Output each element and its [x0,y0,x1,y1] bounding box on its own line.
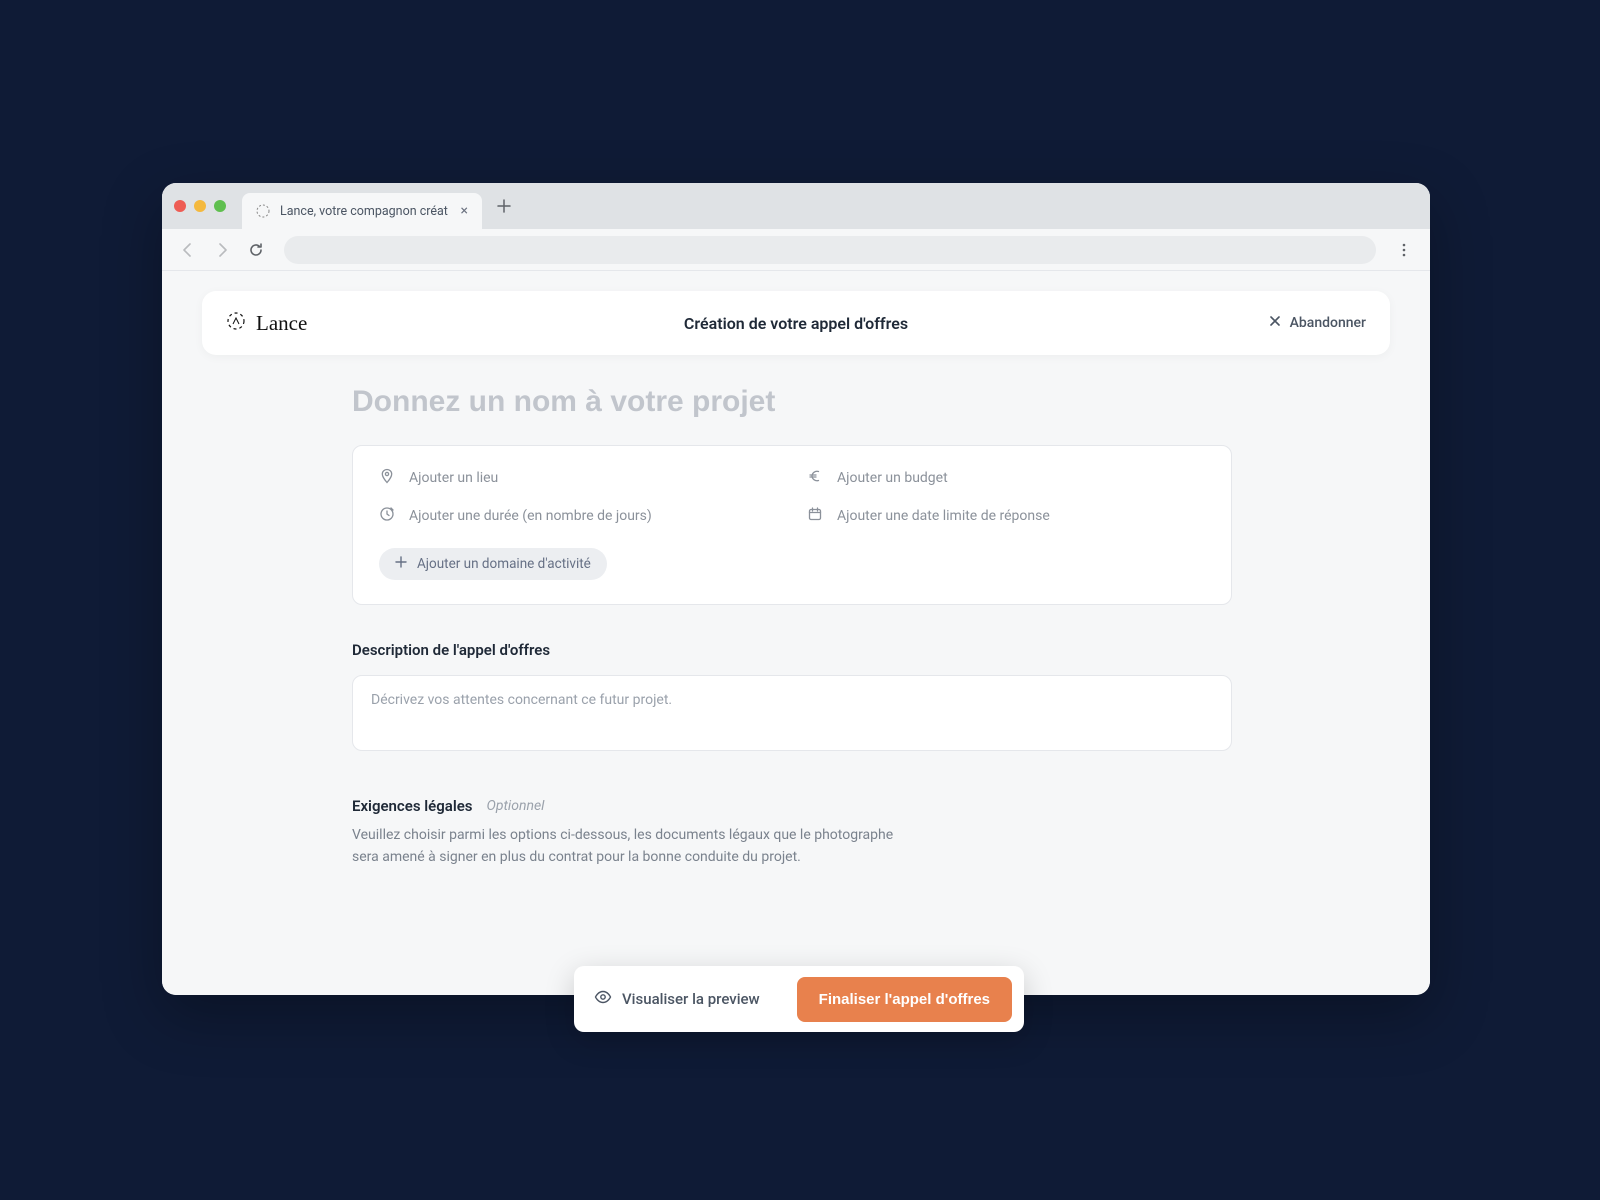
preview-button[interactable]: Visualiser la preview [594,988,760,1010]
description-heading: Description de l'appel d'offres [352,641,1232,659]
nav-back-icon[interactable] [176,238,200,262]
location-pin-icon [379,468,395,488]
duration-icon [379,506,395,526]
floating-action-bar: Visualiser la preview Finaliser l'appel … [574,966,1024,1032]
nav-forward-icon[interactable] [210,238,234,262]
eye-icon [594,988,612,1010]
browser-window: Lance, votre compagnon créat × Lance [162,183,1430,995]
legal-heading: Exigences légales [352,797,473,815]
browser-menu-icon[interactable] [1392,238,1416,262]
add-domain-label: Ajouter un domaine d'activité [417,556,591,572]
meta-card: Ajouter un lieu Ajouter un budget Ajoute… [352,445,1232,605]
calendar-icon [807,506,823,526]
abandon-label: Abandonner [1290,315,1366,331]
description-textarea[interactable] [352,675,1232,751]
add-location-button[interactable]: Ajouter un lieu [379,468,777,488]
brand[interactable]: Lance [226,311,307,336]
preview-label: Visualiser la preview [622,990,760,1008]
window-close-icon[interactable] [174,200,186,212]
euro-icon [807,468,823,488]
add-domain-button[interactable]: Ajouter un domaine d'activité [379,548,607,580]
project-name-input[interactable] [352,385,1232,419]
page-title: Création de votre appel d'offres [202,314,1390,333]
finalize-button[interactable]: Finaliser l'appel d'offres [797,977,1012,1022]
add-budget-button[interactable]: Ajouter un budget [807,468,1205,488]
add-deadline-label: Ajouter une date limite de réponse [837,508,1050,524]
close-icon [1268,314,1282,332]
brand-name: Lance [256,311,307,336]
tab-close-icon[interactable]: × [461,204,468,218]
window-minimize-icon[interactable] [194,200,206,212]
legal-help-text: Veuillez choisir parmi les options ci-de… [352,825,912,868]
tab-favicon-icon [256,204,270,218]
tab-title: Lance, votre compagnon créat [280,204,451,219]
add-budget-label: Ajouter un budget [837,470,948,486]
browser-tab[interactable]: Lance, votre compagnon créat × [242,193,482,229]
legal-optional-label: Optionnel [487,798,545,814]
add-duration-button[interactable]: Ajouter une durée (en nombre de jours) [379,506,777,526]
new-tab-button[interactable] [490,192,518,220]
plus-icon [395,556,407,572]
address-bar[interactable] [284,236,1376,264]
window-controls [174,200,226,212]
page-header: Lance Création de votre appel d'offres A… [202,291,1390,355]
page-viewport: Lance Création de votre appel d'offres A… [162,271,1430,995]
reload-icon[interactable] [244,238,268,262]
legal-section: Exigences légales Optionnel Veuillez cho… [352,797,1232,868]
abandon-button[interactable]: Abandonner [1268,314,1366,332]
content-region: Ajouter un lieu Ajouter un budget Ajoute… [352,385,1232,868]
add-duration-label: Ajouter une durée (en nombre de jours) [409,508,652,524]
add-location-label: Ajouter un lieu [409,470,498,486]
brand-logo-icon [226,311,246,335]
add-deadline-button[interactable]: Ajouter une date limite de réponse [807,506,1205,526]
description-section: Description de l'appel d'offres [352,641,1232,755]
window-maximize-icon[interactable] [214,200,226,212]
browser-toolbar [162,229,1430,271]
browser-tab-bar: Lance, votre compagnon créat × [162,183,1430,229]
